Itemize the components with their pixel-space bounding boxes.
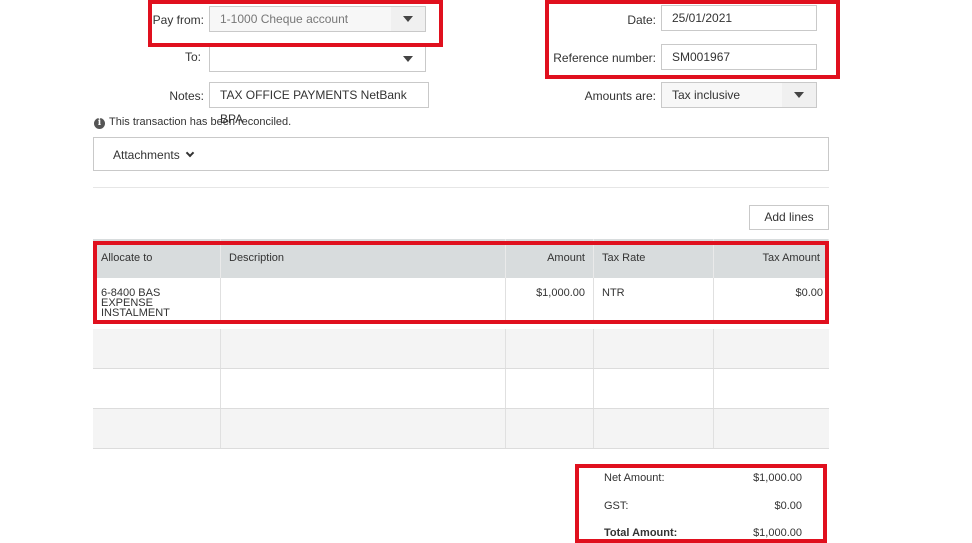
empty-cell[interactable] [594, 329, 714, 368]
empty-cell[interactable] [93, 409, 221, 448]
cell-description[interactable] [221, 278, 506, 320]
header-allocate-to: Allocate to [93, 239, 221, 278]
empty-cell[interactable] [221, 409, 506, 448]
cell-tax-amount: $0.00 [795, 287, 823, 299]
amounts-are-value: Tax inclusive [672, 88, 741, 102]
reconciled-notice: i This transaction has been reconciled. [94, 116, 291, 129]
reconciled-text: This transaction has been reconciled. [109, 116, 292, 128]
total-amount-value: $1,000.00 [753, 527, 802, 539]
add-lines-button[interactable]: Add lines [749, 205, 829, 230]
chevron-down-icon [794, 92, 804, 98]
allocation-table: Allocate to Description Amount Tax Rate … [93, 239, 829, 449]
chevron-down-icon [403, 16, 413, 22]
amounts-are-label: Amounts are: [584, 89, 656, 103]
empty-cell[interactable] [93, 369, 221, 408]
header-tax-rate: Tax Rate [594, 239, 714, 278]
empty-cell[interactable] [93, 329, 221, 368]
empty-cell[interactable] [221, 369, 506, 408]
header-amount: Amount [506, 239, 594, 278]
table-row[interactable]: 6-8400 BAS EXPENSE INSTALMENT $1,000.00 … [93, 278, 829, 321]
empty-cell[interactable] [506, 369, 594, 408]
gst-value: $0.00 [774, 500, 802, 512]
amounts-are-dropdown-button[interactable] [782, 83, 816, 107]
table-row-empty[interactable] [93, 409, 829, 449]
net-amount-value: $1,000.00 [753, 472, 802, 484]
pay-from-select[interactable]: 1-1000 Cheque account [209, 6, 426, 32]
empty-cell[interactable] [714, 409, 829, 448]
empty-cell[interactable] [506, 409, 594, 448]
cell-tax-rate[interactable]: NTR [594, 278, 714, 320]
pay-from-value: 1-1000 Cheque account [220, 12, 349, 26]
info-icon: i [94, 118, 105, 129]
total-amount-label: Total Amount: [604, 527, 678, 539]
table-row-empty[interactable] [93, 369, 829, 409]
gst-label: GST: [604, 500, 629, 512]
to-dropdown-button[interactable] [391, 47, 425, 71]
header-description: Description [221, 239, 506, 278]
table-row-empty[interactable] [93, 329, 829, 369]
divider [93, 187, 829, 188]
date-input[interactable]: 25/01/2021 [661, 5, 817, 31]
to-label: To: [184, 50, 201, 64]
net-amount-label: Net Amount: [604, 472, 665, 484]
empty-cell[interactable] [714, 329, 829, 368]
attachments-panel[interactable]: Attachments [93, 137, 829, 171]
chevron-down-icon [403, 56, 413, 62]
cell-allocate-to[interactable]: 6-8400 BAS EXPENSE INSTALMENT [93, 278, 221, 320]
attachments-toggle[interactable]: Attachments [113, 148, 194, 162]
empty-cell[interactable] [594, 369, 714, 408]
notes-input[interactable]: TAX OFFICE PAYMENTS NetBank BPA [209, 82, 429, 126]
attachments-label: Attachments [113, 148, 180, 162]
reference-input[interactable]: SM001967 [661, 44, 817, 70]
amounts-are-select[interactable]: Tax inclusive [661, 82, 817, 108]
empty-cell[interactable] [714, 369, 829, 408]
empty-cell[interactable] [221, 329, 506, 368]
reference-label: Reference number: [553, 51, 656, 65]
chevron-down-icon [185, 148, 194, 158]
empty-cell[interactable] [506, 329, 594, 368]
date-label: Date: [627, 13, 656, 27]
header-tax-amount: Tax Amount [714, 239, 829, 278]
empty-cell[interactable] [594, 409, 714, 448]
to-select[interactable] [209, 46, 426, 72]
pay-from-label: Pay from: [152, 13, 204, 27]
table-header: Allocate to Description Amount Tax Rate … [93, 239, 829, 278]
cell-amount[interactable]: $1,000.00 [506, 278, 594, 320]
notes-label: Notes: [169, 89, 204, 103]
pay-from-dropdown-button[interactable] [391, 7, 425, 31]
